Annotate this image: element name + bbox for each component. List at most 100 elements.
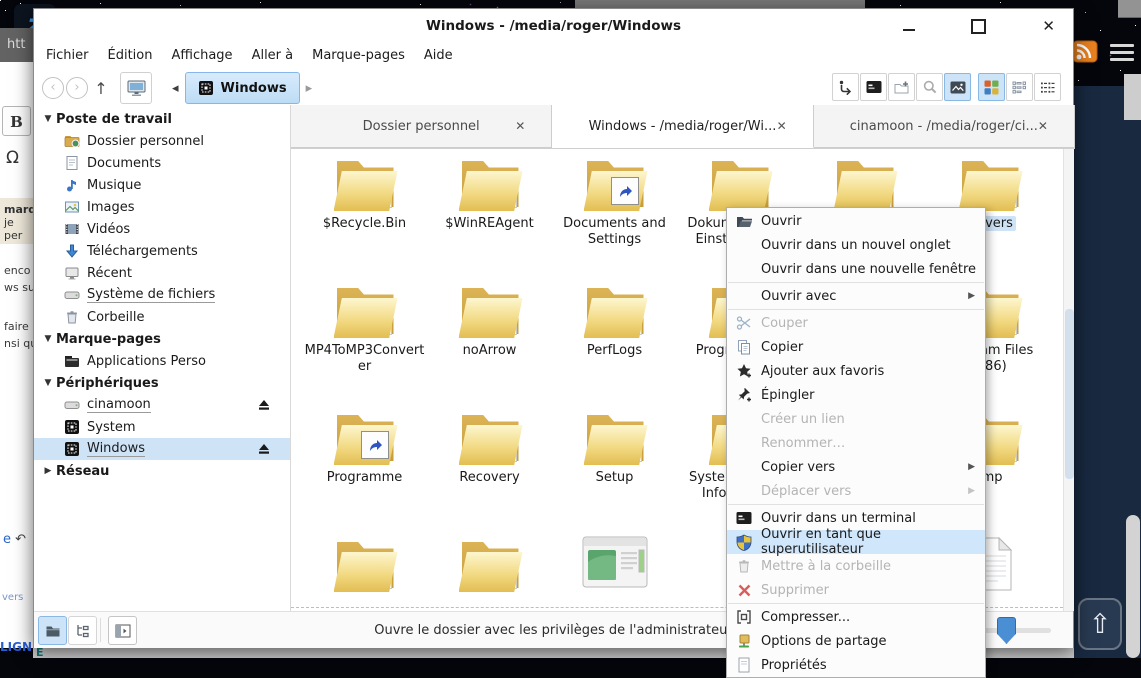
file-programme[interactable]: Programme [302,409,427,486]
small-link-fragment[interactable]: vers [2,592,23,603]
menu-edition[interactable]: Édition [108,48,153,63]
file-view-scrollbar[interactable] [1063,149,1074,611]
menu-affichage[interactable]: Affichage [171,48,232,63]
sidebar-item-documents[interactable]: Documents [34,152,290,174]
sidebar-item-dossier-personnel[interactable]: Dossier personnel [34,130,290,152]
bold-button[interactable]: B [2,106,31,136]
tab-bar: Dossier personnel✕ Windows - /media/roge… [291,105,1075,149]
path-button-windows[interactable]: Windows [185,72,300,104]
path-scroll-right[interactable]: ▸ [300,81,319,96]
file-documents-and-settings[interactable]: Documents and Settings [552,155,677,248]
back-button[interactable]: ‹ [42,77,64,99]
close-tab-icon[interactable]: ✕ [515,119,525,133]
menu-marque-pages[interactable]: Marque-pages [312,48,405,63]
minimize-icon[interactable] [903,29,915,31]
path-scroll-left[interactable]: ◂ [166,81,185,96]
sidebar-item-cinamoon[interactable]: cinamoon [34,394,290,416]
menu-separator [728,282,984,283]
file-recycle-bin[interactable]: $Recycle.Bin [302,155,427,232]
new-folder-button[interactable] [888,73,915,101]
close-tab-icon[interactable]: ✕ [777,119,787,133]
menubar: Fichier Édition Affichage Aller à Marque… [46,43,453,67]
document-icon [64,155,81,171]
icon-view-button[interactable] [978,73,1005,101]
scrollbar-thumb[interactable] [1065,309,1074,479]
forward-button[interactable]: › [66,77,88,99]
computer-icon [127,80,146,97]
tab-dossier-personnel[interactable]: Dossier personnel✕ [291,105,552,148]
sidebar-section-reseau[interactable]: ▶Réseau [34,460,290,482]
expander-icon[interactable]: ▶ [40,466,56,476]
file-noarrow[interactable]: noArrow [427,282,552,359]
file-item[interactable] [427,536,552,596]
sidebar-item-applications-perso[interactable]: Applications Perso [34,350,290,372]
expander-icon[interactable]: ▼ [40,334,56,344]
compact-view-button[interactable] [1006,73,1033,101]
omega-button[interactable]: Ω [6,148,19,168]
tab-cinamoon[interactable]: cinamoon - /media/roger/ci...✕ [814,105,1075,148]
menu-item-ouvrir-onglet[interactable]: Ouvrir dans un nouvel onglet [727,233,985,257]
scroll-to-top-button[interactable]: ⇧ [1078,598,1122,650]
quoted-text-fragment: marqje per [0,198,33,244]
sidebar-item-recent[interactable]: Récent [34,262,290,284]
sidebar-item-videos[interactable]: Vidéos [34,218,290,240]
close-icon[interactable]: ✕ [1042,17,1055,35]
sidebar-item-corbeille[interactable]: Corbeille [34,306,290,328]
sidebar-section-peripheriques[interactable]: ▼Périphériques [34,372,290,394]
eject-icon[interactable] [256,397,272,413]
folder-icon [577,282,653,342]
menu-aide[interactable]: Aide [424,48,453,63]
file-perflogs[interactable]: PerfLogs [552,282,677,359]
menu-item-superutilisateur[interactable]: Ouvrir en tant que superutilisateur [727,530,985,554]
menu-item-copier[interactable]: Copier [727,335,985,359]
menu-item-copier-vers[interactable]: Copier vers▶ [727,455,985,479]
close-tab-icon[interactable]: ✕ [1038,119,1048,133]
search-button[interactable] [916,73,943,101]
file-recovery[interactable]: Recovery [427,409,552,486]
computer-button[interactable] [120,72,152,104]
sidebar-item-musique[interactable]: Musique [34,174,290,196]
up-button[interactable]: ↑ [90,79,112,98]
share-folder-icon [735,632,753,650]
link-fragment[interactable]: e ↶ [3,532,26,547]
eject-icon[interactable] [256,441,272,457]
open-terminal-button[interactable] [860,73,887,101]
tab-windows[interactable]: Windows - /media/roger/Wi...✕ [552,105,813,148]
sidebar-item-systeme-de-fichiers[interactable]: Système de fichiers [34,284,290,306]
expander-icon[interactable]: ▼ [40,378,56,388]
sidebar-item-images[interactable]: Images [34,196,290,218]
menu-item-options-partage[interactable]: Options de partage [727,629,985,653]
file-winreagent[interactable]: $WinREAgent [427,155,552,232]
titlebar[interactable]: Windows - /media/roger/Windows ✕ [34,9,1073,43]
follow-symlink-button[interactable] [832,73,859,101]
list-view-button[interactable] [1034,73,1061,101]
menu-item-epingler[interactable]: Épingler [727,383,985,407]
sidebar-section-poste-de-travail[interactable]: ▼Poste de travail [34,108,290,130]
menu-aller-a[interactable]: Aller à [252,48,294,63]
rss-icon[interactable] [1072,40,1098,68]
sidebar-item-telechargements[interactable]: Téléchargements [34,240,290,262]
file-setup[interactable]: Setup [552,409,677,486]
terminal-icon [735,509,753,527]
menu-item-compresser[interactable]: Compresser... [727,605,985,629]
menu-fichier[interactable]: Fichier [46,48,89,63]
file-item[interactable] [302,536,427,596]
menu-item-ouvrir-avec[interactable]: Ouvrir avec▶ [727,284,985,308]
menu-separator [728,309,984,310]
application-window-icon [582,536,648,590]
file-application[interactable] [552,536,677,590]
menu-item-proprietes[interactable]: Propriétés [727,653,985,677]
sidebar-section-marque-pages[interactable]: ▼Marque-pages [34,328,290,350]
expander-icon[interactable]: ▼ [40,114,56,124]
maximize-icon[interactable] [971,19,986,34]
sidebar-item-system[interactable]: System [34,416,290,438]
open-folder-icon [735,212,753,230]
sidebar-item-windows[interactable]: Windows [34,438,290,460]
hamburger-menu-icon[interactable] [1110,44,1134,65]
menu-item-ouvrir[interactable]: Ouvrir [727,209,985,233]
background-scrollbar-thumb[interactable] [1126,515,1140,658]
menu-item-ajouter-favoris[interactable]: Ajouter aux favoris [727,359,985,383]
show-thumbnails-button[interactable] [944,73,971,101]
menu-item-ouvrir-fenetre[interactable]: Ouvrir dans une nouvelle fenêtre [727,257,985,281]
file-mp4tomp3[interactable]: MP4ToMP3Converter [302,282,427,375]
